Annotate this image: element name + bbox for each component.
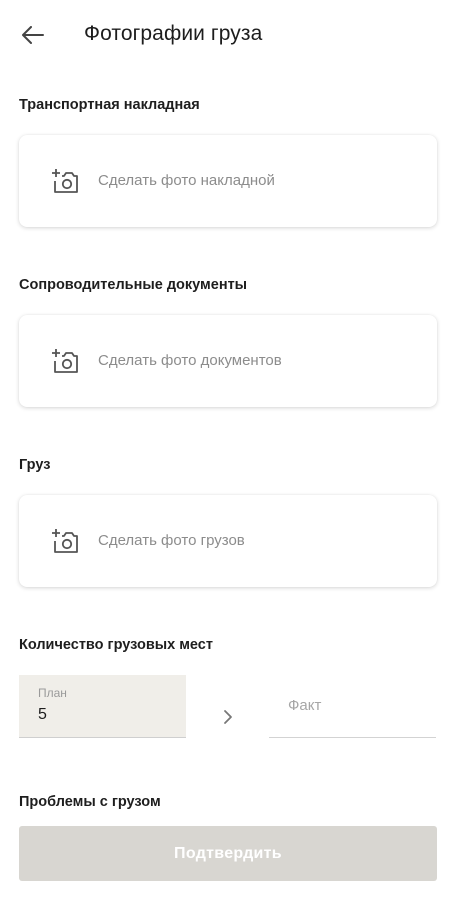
take-waybill-photo-button[interactable]: Сделать фото накладной — [19, 135, 437, 227]
section-label-waybill: Транспортная накладная — [19, 97, 200, 113]
section-label-cargo: Груз — [19, 457, 51, 473]
page-title: Фотографии груза — [84, 22, 263, 45]
app-header: Фотографии груза — [0, 0, 455, 70]
take-documents-photo-button[interactable]: Сделать фото документов — [19, 315, 437, 407]
plan-value: 5 — [38, 706, 47, 723]
take-waybill-photo-label: Сделать фото накладной — [98, 172, 275, 189]
take-documents-photo-label: Сделать фото документов — [98, 352, 282, 369]
take-cargo-photo-button[interactable]: Сделать фото грузов — [19, 495, 437, 587]
chevron-right-icon — [224, 710, 232, 724]
arrow-left-icon — [22, 26, 44, 44]
section-label-documents: Сопроводительные документы — [19, 277, 248, 293]
section-label-places: Количество грузовых мест — [19, 637, 213, 653]
fact-placeholder: Факт — [288, 697, 322, 714]
add-photo-icon — [52, 529, 78, 553]
confirm-button[interactable]: Подтвердить — [19, 826, 437, 881]
add-photo-icon — [52, 349, 78, 373]
plan-label: План — [38, 686, 67, 700]
back-button[interactable] — [18, 20, 48, 50]
take-cargo-photo-label: Сделать фото грузов — [98, 532, 245, 549]
fact-input[interactable]: Факт — [269, 676, 436, 738]
cargo-problems-link[interactable]: Проблемы с грузом — [19, 794, 161, 810]
plan-field: План 5 — [19, 675, 186, 738]
add-photo-icon — [52, 169, 78, 193]
